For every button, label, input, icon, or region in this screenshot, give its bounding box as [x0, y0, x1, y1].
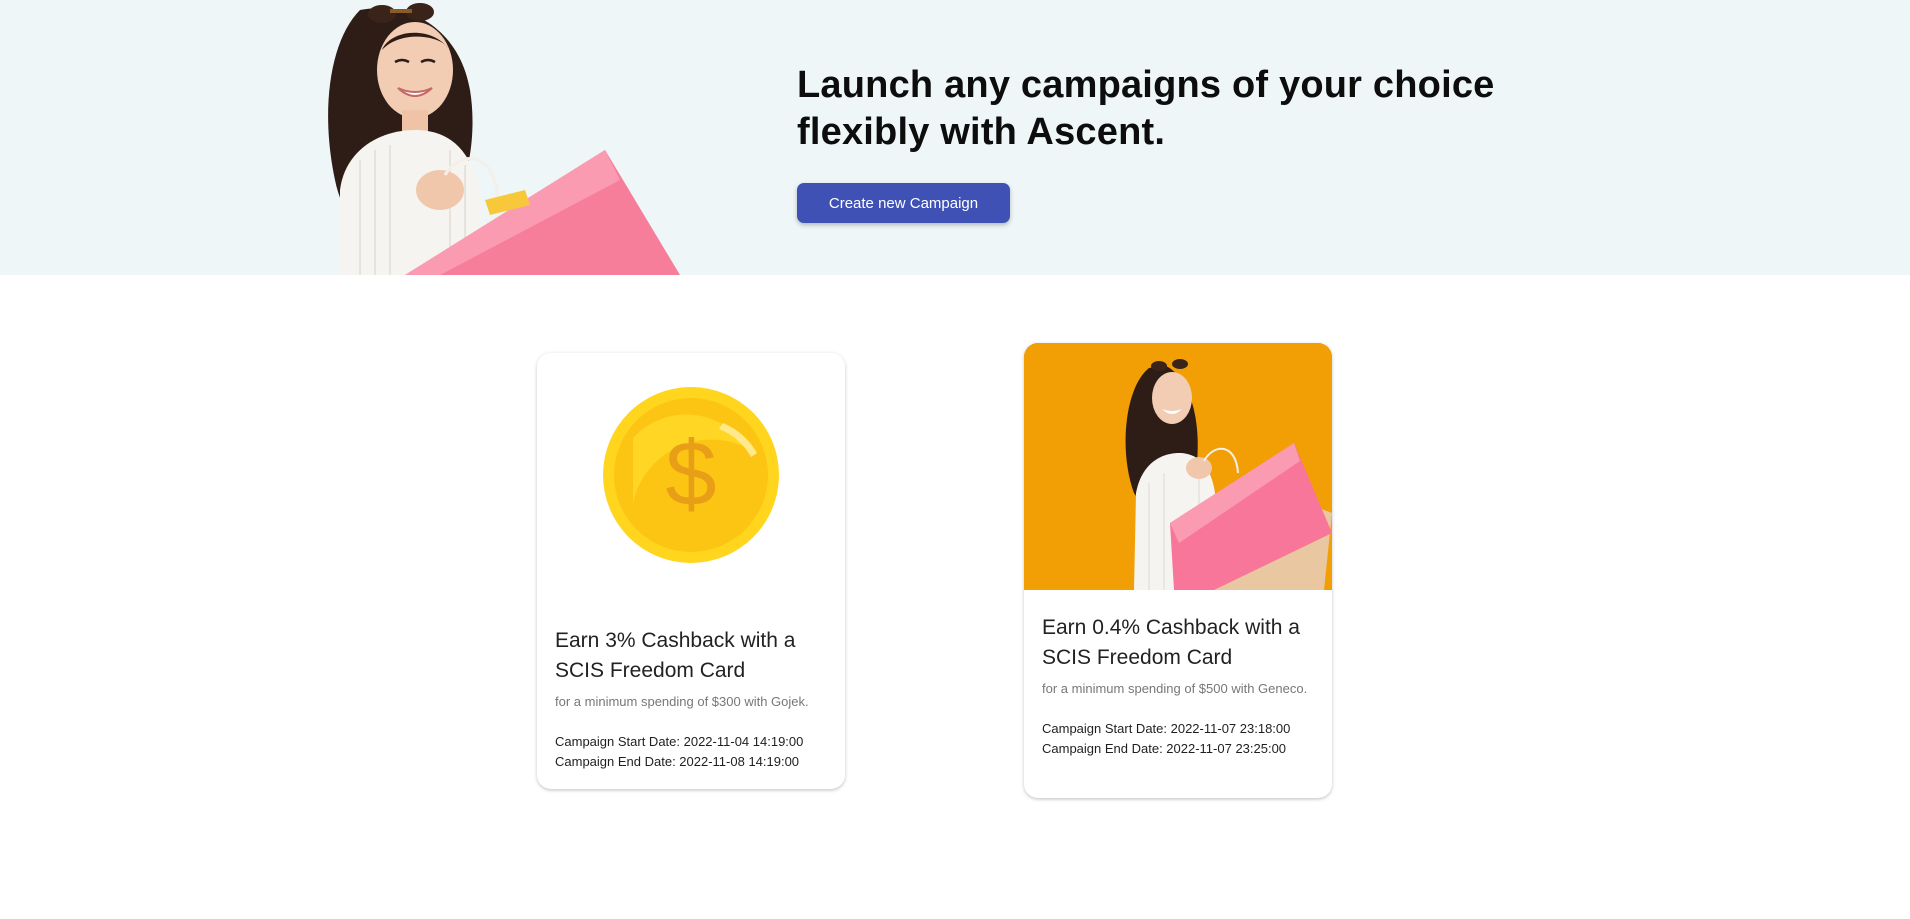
- card-media: [1024, 343, 1332, 590]
- campaign-card[interactable]: $ Earn 3% Cashback with a SCIS Freedom C…: [537, 353, 845, 789]
- campaign-start-date: Campaign Start Date: 2022-11-07 23:18:00: [1042, 721, 1291, 736]
- campaign-start-date: Campaign Start Date: 2022-11-04 14:19:00: [555, 734, 804, 749]
- campaign-dates: Campaign Start Date: 2022-11-07 23:18:00…: [1042, 719, 1314, 759]
- campaign-end-date: Campaign End Date: 2022-11-07 23:25:00: [1042, 741, 1287, 756]
- campaign-title: Earn 3% Cashback with a SCIS Freedom Car…: [555, 629, 796, 682]
- campaign-description: for a minimum spending of $500 with Gene…: [1042, 681, 1308, 696]
- campaign-title: Earn 0.4% Cashback with a SCIS Freedom C…: [1042, 616, 1300, 669]
- card-content: Earn 0.4% Cashback with a SCIS Freedom C…: [1024, 590, 1332, 759]
- campaign-dates: Campaign Start Date: 2022-11-04 14:19:00…: [555, 732, 827, 772]
- hero-banner: Launch any campaigns of your choice flex…: [0, 0, 1910, 275]
- hero-title: Launch any campaigns of your choice flex…: [797, 64, 1495, 153]
- campaign-card[interactable]: Earn 0.4% Cashback with a SCIS Freedom C…: [1024, 343, 1332, 798]
- card-content: Earn 3% Cashback with a SCIS Freedom Car…: [537, 603, 845, 772]
- campaign-description: for a minimum spending of $300 with Goje…: [555, 694, 809, 709]
- svg-text:$: $: [665, 423, 716, 525]
- create-new-campaign-button[interactable]: Create new Campaign: [797, 183, 1010, 223]
- campaign-end-date: Campaign End Date: 2022-11-08 14:19:00: [555, 754, 800, 769]
- woman-with-shopping-bag-image: [328, 3, 680, 275]
- gold-dollar-coin-icon: $: [603, 387, 779, 563]
- woman-with-shopping-bag-photo: [1024, 343, 1332, 590]
- card-media: $: [537, 353, 845, 603]
